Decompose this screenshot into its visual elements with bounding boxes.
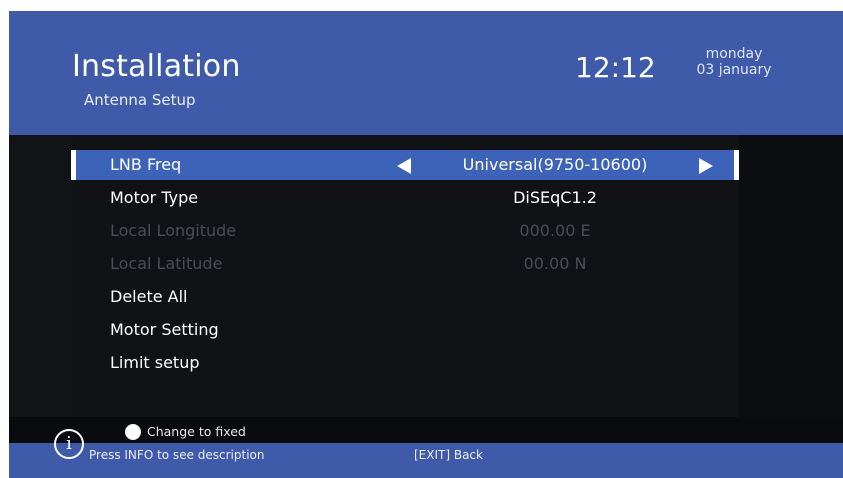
menu-row-label: Delete All (110, 287, 188, 306)
menu-row-label: Limit setup (110, 353, 200, 372)
info-icon[interactable]: i (54, 429, 84, 459)
menu-row-value: 00.00 N (523, 254, 587, 273)
selection-edge-left (71, 150, 76, 180)
menu-row-local-latitude: Local Latitude 00.00 N (71, 249, 739, 279)
right-panel (739, 135, 843, 417)
menu-row-label: Local Longitude (110, 221, 237, 240)
weekday: monday (705, 46, 763, 62)
menu-row-value: 000.00 E (519, 221, 591, 240)
menu-row-motor-setting[interactable]: Motor Setting (71, 315, 739, 345)
menu-row-value: DiSEqC1.2 (513, 188, 597, 207)
menu-row-limit-setup[interactable]: Limit setup (71, 348, 739, 378)
settings-panel: LNB Freq Universal(9750-10600) Motor Typ… (71, 135, 739, 417)
menu-row-motor-type[interactable]: Motor Type DiSEqC1.2 (71, 183, 739, 213)
header-bar: Installation Antenna Setup 12:12 monday … (9, 11, 843, 135)
exit-help-text: [EXIT] Back (414, 448, 483, 462)
menu-row-label: LNB Freq (110, 155, 182, 174)
menu-row-label: Motor Setting (110, 320, 219, 339)
page-title: Installation (72, 49, 241, 84)
white-button-hint: Change to fixed (147, 424, 246, 439)
white-button-icon (125, 424, 141, 440)
arrow-right-icon[interactable] (699, 158, 713, 174)
menu-row-lnb-freq[interactable]: LNB Freq Universal(9750-10600) (71, 150, 739, 180)
date: 03 january (696, 62, 772, 78)
tv-screen: Installation Antenna Setup 12:12 monday … (9, 11, 843, 478)
clock: 12:12 (575, 51, 656, 84)
menu-row-label: Motor Type (110, 188, 199, 207)
info-help-text: Press INFO to see description (89, 448, 265, 462)
menu-row-label: Local Latitude (110, 254, 223, 273)
menu-row-value: Universal(9750-10600) (462, 155, 648, 174)
menu-row-delete-all[interactable]: Delete All (71, 282, 739, 312)
page-subtitle: Antenna Setup (84, 91, 196, 109)
menu-row-local-longitude: Local Longitude 000.00 E (71, 216, 739, 246)
